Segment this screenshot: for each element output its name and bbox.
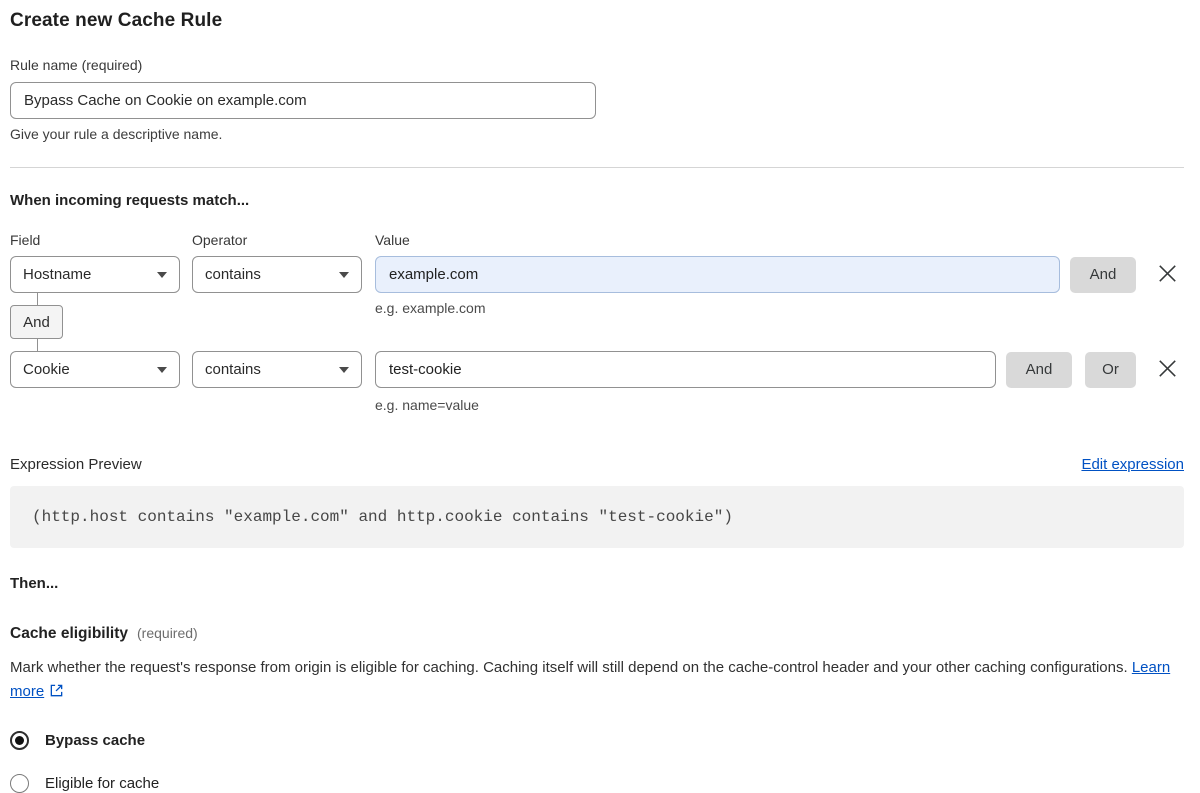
connector-and-chip[interactable]: And — [10, 305, 63, 339]
close-icon — [1158, 264, 1177, 286]
or-button-row-2[interactable]: Or — [1085, 351, 1136, 388]
chevron-down-icon — [339, 366, 349, 373]
expression-header: Expression Preview Edit expression — [10, 456, 1184, 473]
value-hint-2: e.g. name=value — [375, 397, 479, 413]
chevron-down-icon — [339, 271, 349, 278]
expression-preview-label: Expression Preview — [10, 456, 142, 473]
chevron-down-icon — [157, 271, 167, 278]
radio-label-bypass-cache: Bypass cache — [45, 732, 146, 749]
edit-expression-link[interactable]: Edit expression — [1081, 456, 1184, 473]
match-row-1: Hostname contains And — [10, 256, 1184, 293]
connector-band: And e.g. example.com — [10, 293, 1184, 351]
operator-select-2-value: contains — [205, 361, 261, 378]
match-heading: When incoming requests match... — [10, 192, 250, 209]
then-heading: Then... — [10, 575, 59, 592]
and-button-row-2[interactable]: And — [1006, 351, 1072, 388]
expression-code: (http.host contains "example.com" and ht… — [32, 508, 733, 526]
value-hint-1: e.g. example.com — [375, 300, 486, 316]
operator-select-2[interactable]: contains — [192, 351, 362, 388]
close-icon — [1158, 359, 1177, 381]
cache-eligibility-description: Mark whether the request's response from… — [10, 656, 1184, 706]
operator-column-label: Operator — [192, 232, 248, 248]
rule-name-input[interactable] — [10, 82, 596, 119]
field-select-2[interactable]: Cookie — [10, 351, 180, 388]
match-column-labels: Field Operator Value — [10, 232, 1184, 248]
and-button-row-1[interactable]: And — [1070, 256, 1136, 293]
operator-select-1-value: contains — [205, 266, 261, 283]
value-input-1[interactable] — [375, 256, 1060, 293]
remove-row-2-button[interactable] — [1156, 359, 1178, 381]
value-input-2[interactable] — [375, 351, 996, 388]
required-note: (required) — [137, 625, 198, 641]
page-title: Create new Cache Rule — [10, 10, 223, 31]
expression-code-block: (http.host contains "example.com" and ht… — [10, 486, 1184, 548]
radio-selected-icon — [10, 731, 29, 750]
radio-dot — [15, 736, 24, 745]
radio-unselected-icon — [10, 774, 29, 793]
radio-option-bypass-cache[interactable]: Bypass cache — [10, 731, 1184, 750]
external-link-icon — [49, 682, 64, 706]
rule-name-label: Rule name (required) — [10, 57, 143, 73]
field-select-2-value: Cookie — [23, 361, 70, 378]
remove-row-1-button[interactable] — [1156, 264, 1178, 286]
operator-select-1[interactable]: contains — [192, 256, 362, 293]
radio-option-eligible-for-cache[interactable]: Eligible for cache — [10, 774, 1184, 793]
description-text: Mark whether the request's response from… — [10, 659, 1128, 676]
radio-label-eligible-for-cache: Eligible for cache — [45, 775, 160, 792]
field-column-label: Field — [10, 232, 41, 248]
section-divider — [10, 167, 1184, 168]
field-select-1-value: Hostname — [23, 266, 92, 283]
match-row-2: Cookie contains And Or — [10, 351, 1184, 388]
chevron-down-icon — [157, 366, 167, 373]
cache-eligibility-title: Cache eligibility — [10, 625, 129, 642]
cache-eligibility-heading: Cache eligibility (required) — [10, 625, 1184, 643]
cache-rule-form: Create new Cache Rule Rule name (require… — [0, 0, 1200, 793]
value-column-label: Value — [375, 232, 410, 248]
rule-name-help: Give your rule a descriptive name. — [10, 126, 223, 142]
field-select-1[interactable]: Hostname — [10, 256, 180, 293]
